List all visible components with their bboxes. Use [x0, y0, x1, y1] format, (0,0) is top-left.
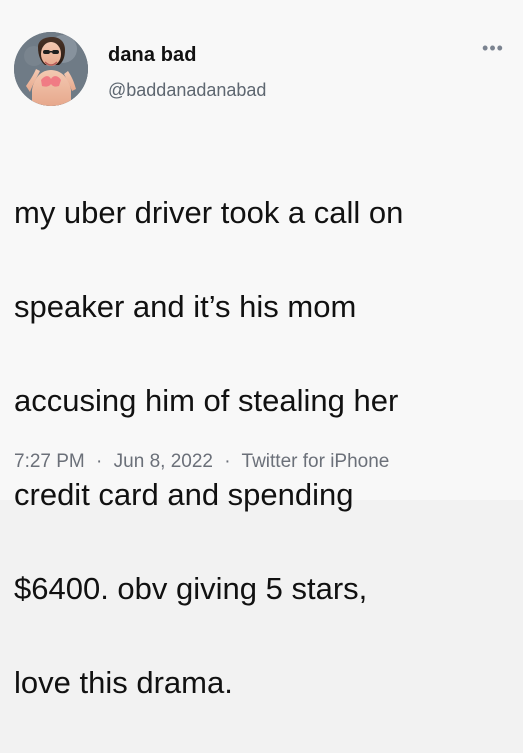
more-horizontal-icon[interactable]: •••	[481, 38, 505, 58]
tweet-card: dana bad @baddanadanabad ••• my uber dri…	[0, 0, 523, 700]
tweet-meta: 7:27 PM · Jun 8, 2022 · Twitter for iPho…	[14, 451, 389, 473]
tweet-time[interactable]: 7:27 PM	[14, 451, 85, 472]
display-name[interactable]: dana bad	[108, 44, 197, 67]
user-handle[interactable]: @baddanadanabad	[108, 80, 266, 101]
tweet-line: $6400. obv giving 5 stars,	[14, 571, 368, 606]
avatar[interactable]	[14, 32, 88, 106]
tweet-line: speaker and it’s his mom	[14, 289, 357, 324]
tweet-source[interactable]: Twitter for iPhone	[242, 451, 390, 472]
tweet-date[interactable]: Jun 8, 2022	[114, 451, 213, 472]
meta-separator: ·	[224, 451, 231, 472]
tweet-line: my uber driver took a call on	[14, 195, 404, 230]
tweet-page: dana bad @baddanadanabad ••• my uber dri…	[0, 0, 523, 700]
tweet-text: my uber driver took a call on speaker an…	[14, 142, 509, 753]
tweet-line: credit card and spending	[14, 477, 354, 512]
tweet-line: love this drama.	[14, 665, 233, 700]
tweet-line: accusing him of stealing her	[14, 383, 399, 418]
meta-separator: ·	[96, 451, 103, 472]
